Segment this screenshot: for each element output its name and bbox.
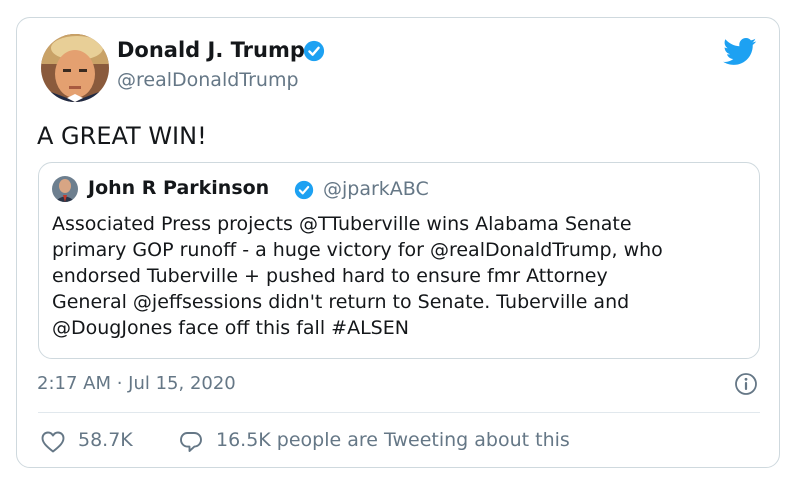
tweeting-count[interactable]: 16.5K people are Tweeting about this xyxy=(216,429,570,451)
twitter-bird-icon[interactable] xyxy=(723,38,757,66)
reply-bubble-icon[interactable] xyxy=(179,430,203,454)
verified-badge-icon xyxy=(303,40,325,62)
divider xyxy=(38,412,760,413)
quoted-tweet-text: Associated Press projects @TTuberville w… xyxy=(52,211,752,341)
info-icon[interactable] xyxy=(734,372,758,396)
author-avatar[interactable] xyxy=(41,34,109,102)
author-name[interactable]: Donald J. Trump xyxy=(117,38,305,62)
quoted-text-line: General @jeffsessions didn't return to S… xyxy=(52,291,630,313)
quoted-author-avatar[interactable] xyxy=(52,176,78,202)
tweet-text: A GREAT WIN! xyxy=(37,122,207,150)
quoted-tweet[interactable]: John R Parkinson @jparkABC Associated Pr… xyxy=(38,162,760,359)
verified-badge-icon xyxy=(294,180,314,200)
author-handle[interactable]: @realDonaldTrump xyxy=(117,69,299,91)
quoted-text-line: Associated Press projects @TTuberville w… xyxy=(52,213,632,235)
heart-icon[interactable] xyxy=(41,431,65,453)
quoted-text-line: endorsed Tuberville + pushed hard to ens… xyxy=(52,265,608,287)
tweet-card[interactable]: Donald J. Trump @realDonaldTrump A GREAT… xyxy=(16,17,780,468)
tweet-timestamp[interactable]: 2:17 AM · Jul 15, 2020 xyxy=(37,373,236,394)
quoted-author-handle[interactable]: @jparkABC xyxy=(323,178,429,200)
quoted-text-line: primary GOP runoff - a huge victory for … xyxy=(52,239,663,261)
quoted-author-name[interactable]: John R Parkinson xyxy=(88,177,269,199)
quoted-text-line: @DougJones face off this fall #ALSEN xyxy=(52,317,409,339)
like-count[interactable]: 58.7K xyxy=(78,429,133,451)
